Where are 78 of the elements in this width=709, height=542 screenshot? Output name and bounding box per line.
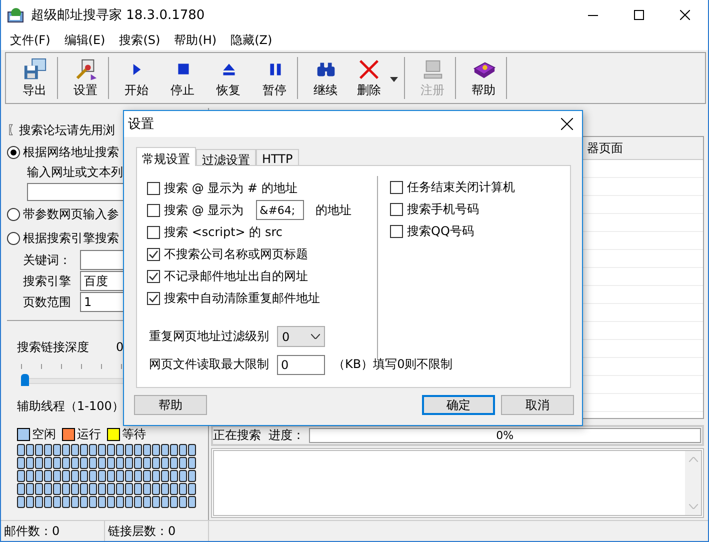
dialog-title: 设置 [128,116,155,133]
dialog-button[interactable]: 帮助 [134,395,207,415]
toolbar-button[interactable]: 停止 [160,57,206,99]
field-label: 页数范围 [23,294,72,310]
slider-reading: 0 [116,340,124,354]
status-text: 链接层数：0 [105,521,209,541]
checkbox[interactable] [390,224,403,238]
radio-label[interactable]: 带参数网页输入参 [23,206,119,222]
legend-label: 运行 [77,426,101,442]
checkbox[interactable] [147,204,160,216]
checkbox-label[interactable]: 不记录邮件地址出自的网址 [164,268,308,284]
toolbar-button[interactable]: 设置 [63,57,109,99]
toolbar-button[interactable]: 删除 [349,57,405,99]
field-note: （KB）填写0则不限制 [333,356,453,373]
slider-thumb[interactable] [21,374,29,386]
close-icon [561,118,573,130]
toolbar-button[interactable]: 帮助 [461,57,507,99]
checkbox-label[interactable]: 搜索 <script> 的 src [164,224,283,240]
toolbar-button[interactable]: 开始 [114,57,160,99]
input-field[interactable]: &#64; [256,200,304,220]
radio-button[interactable] [7,146,20,158]
checkbox[interactable] [147,226,160,238]
field-label: 关键词： [23,252,72,268]
slider-label: 搜索链接深度 [17,338,90,356]
checkbox-label[interactable]: 任务结束关闭计算机 [407,178,515,196]
toolbar-button[interactable]: 恢复 [206,57,252,99]
checkbox-label[interactable]: 搜索QQ号码 [407,222,474,240]
tab[interactable]: 过滤设置 [196,149,256,165]
app-icon [7,7,25,23]
radio-button[interactable] [7,232,20,244]
checkbox-label[interactable]: 搜索手机号码 [407,200,479,218]
toolbar-button[interactable]: 继续 [303,57,349,99]
radio-button[interactable] [7,208,20,220]
toolbar-button[interactable]: 导出 [12,57,58,99]
checkbox[interactable] [390,202,403,216]
legend-label: 空闲 [32,426,56,442]
menu-item[interactable]: 帮助(H) [167,32,224,48]
field-suffix: 的地址 [316,202,352,218]
radio-label[interactable]: 根据网络地址搜索 [23,144,119,160]
window-title: 超级邮址搜寻家 18.3.0.1780 [31,7,206,24]
field-label: 网页文件读取最大限制 [149,356,269,373]
checkbox[interactable] [147,292,160,304]
dialog-button[interactable]: 取消 [501,395,574,415]
checkbox[interactable] [147,248,160,260]
dropdown-caret-icon[interactable] [390,77,398,82]
field-label: 搜索引擎 [23,272,72,290]
level-dropdown[interactable]: 0 [277,326,325,347]
menu-item[interactable]: 隐藏(Z) [224,32,280,48]
dialog-button[interactable]: 确定 [422,395,495,415]
checkbox-label[interactable]: 搜索 @ 显示为 # 的地址 [164,180,298,196]
tab[interactable]: HTTP [256,149,299,165]
checkbox-label[interactable]: 搜索中自动清除重复邮件地址 [164,290,320,306]
legend-label: 等待 [122,426,146,442]
field-label: 重复网页地址过滤级别 [149,328,269,345]
threads-label: 辅助线程（1-100） [17,398,124,414]
checkbox-label[interactable]: 搜索 @ 显示为 [164,202,244,218]
progress-reading: 0% [496,429,514,442]
menu-item[interactable]: 文件(F) [3,32,58,48]
play-icon [132,64,140,75]
notice-text: 〖搜索论坛请先用浏 [7,122,115,138]
radio-label[interactable]: 根据搜索引擎搜索 [23,230,119,246]
maximize-icon [634,10,644,20]
status-text: 邮件数：0 [1,521,105,541]
size-input-field[interactable]: 0 [277,354,325,374]
tab[interactable]: 常规设置 [136,147,196,166]
field-label: 输入网址或文本列 [26,164,124,180]
checkbox[interactable] [147,270,160,282]
toolbar-button[interactable]: 暂停 [252,57,298,99]
column-header[interactable]: 器页面 [584,137,623,159]
checkbox[interactable] [390,180,403,194]
checkbox-label[interactable]: 不搜索公司名称或网页标题 [164,246,308,262]
close-icon [680,10,690,20]
menu-item[interactable]: 搜索(S) [112,32,168,48]
floppy-disk-icon [22,57,48,82]
menu-item[interactable]: 编辑(E) [57,32,112,48]
progress-label: 正在搜索 进度： [213,427,305,444]
chevron-icon [311,334,320,339]
checkbox[interactable] [147,182,160,194]
